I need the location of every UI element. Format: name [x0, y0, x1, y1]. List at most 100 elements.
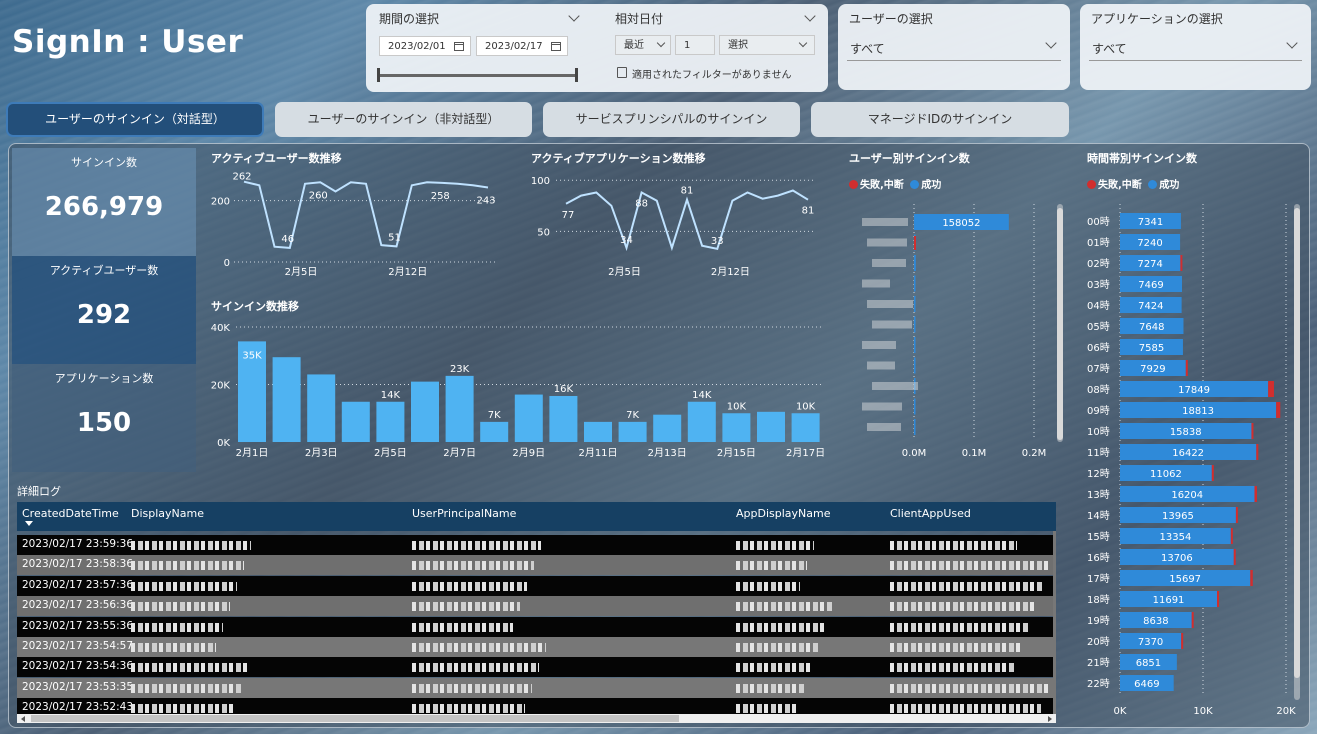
log-title: 詳細ログ	[17, 485, 61, 498]
created-date-time-cell: 2023/02/17 23:54:57	[22, 640, 134, 652]
redacted-cell	[736, 561, 807, 571]
kpi-active-users-value: 292	[76, 300, 132, 330]
redacted-cell	[412, 643, 546, 652]
table-row[interactable]: 2023/02/17 23:57:36	[17, 575, 1053, 596]
redacted-cell	[736, 643, 819, 652]
table-row[interactable]: 2023/02/17 23:54:36	[17, 657, 1053, 678]
redacted-cell	[131, 541, 251, 550]
calendar-icon[interactable]	[454, 42, 464, 51]
tab-managed-id-signin[interactable]: マネージドIDのサインイン	[811, 102, 1069, 137]
redacted-cell	[131, 622, 223, 632]
user-signin-chart-title: ユーザー別サインイン数	[849, 152, 970, 165]
kpi-applications-value: 150	[76, 408, 132, 438]
chevron-down-icon	[1045, 37, 1057, 49]
sort-desc-icon[interactable]	[25, 521, 33, 526]
user-slicer-label: ユーザーの選択	[849, 12, 933, 26]
redacted-cell	[736, 683, 805, 693]
redacted-cell	[890, 643, 1022, 652]
kpi-signins: サインイン数 266,979	[12, 148, 196, 256]
date-range-slider-track[interactable]	[380, 74, 576, 77]
start-date-input[interactable]: 2023/02/01	[379, 36, 471, 56]
redacted-cell	[412, 663, 539, 673]
col-app-display-name[interactable]: AppDisplayName	[736, 507, 831, 520]
redacted-cell	[131, 704, 235, 714]
redacted-cell	[412, 683, 532, 693]
filter-icon	[617, 67, 627, 78]
hourly-chart-scrollbar-thumb[interactable]	[1294, 208, 1300, 678]
relative-count-input[interactable]: 1	[675, 35, 715, 55]
redacted-cell	[890, 581, 1043, 591]
table-row[interactable]: 2023/02/17 23:59:36	[17, 535, 1053, 555]
user-select-value: すべて	[850, 42, 885, 56]
relative-mode-select[interactable]: 最近	[615, 35, 671, 55]
redacted-cell	[736, 704, 798, 714]
created-date-time-cell: 2023/02/17 23:55:36	[22, 619, 134, 632]
redacted-cell	[736, 602, 833, 612]
tab-noninteractive-signin[interactable]: ユーザーのサインイン（非対話型）	[275, 102, 532, 137]
redacted-cell	[131, 643, 216, 652]
kpi-signins-value: 266,979	[44, 192, 164, 222]
table-row[interactable]: 2023/02/17 23:55:36	[17, 616, 1053, 637]
created-date-time-cell: 2023/02/17 23:57:36	[22, 578, 134, 591]
scroll-left-icon[interactable]	[21, 716, 25, 722]
log-vscrollbar[interactable]	[1053, 531, 1056, 714]
no-filter-note: 適用されたフィルターがありません	[632, 70, 792, 81]
success-legend-label: 成功	[921, 180, 942, 191]
redacted-cell	[412, 581, 527, 591]
date-range-slider-start-handle[interactable]	[377, 68, 380, 82]
log-hscrollbar-thumb[interactable]	[31, 715, 679, 722]
active-apps-chart-title: アクティブアプリケーション数推移	[531, 152, 706, 165]
redacted-cell	[890, 683, 1048, 693]
redacted-cell	[736, 541, 814, 550]
relative-mode-value: 最近	[624, 40, 644, 51]
tab-service-principal-signin[interactable]: サービスプリンシパルのサインイン	[543, 102, 800, 137]
success-legend-label: 成功	[1159, 180, 1180, 191]
kpi-active-users-label: アクティブユーザー数	[49, 264, 159, 277]
redacted-cell	[736, 622, 826, 632]
end-date-value: 2023/02/17	[485, 41, 543, 52]
failure-legend-dot	[849, 180, 858, 189]
table-row[interactable]: 2023/02/17 23:54:57	[17, 637, 1053, 657]
created-date-time-cell: 2023/02/17 23:56:36	[22, 599, 134, 612]
app-select[interactable]: すべて	[1089, 34, 1302, 61]
end-date-input[interactable]: 2023/02/17	[476, 36, 568, 56]
period-slicer: 期間の選択 2023/02/01 2023/02/17 相対日付 最近 1 選択…	[366, 4, 828, 92]
tab-interactive-signin[interactable]: ユーザーのサインイン（対話型）	[6, 102, 264, 137]
created-date-time-cell: 2023/02/17 23:53:35	[22, 680, 134, 693]
start-date-value: 2023/02/01	[388, 41, 446, 52]
col-created-date-time[interactable]: CreatedDateTime	[22, 507, 119, 520]
relative-unit-select[interactable]: 選択	[719, 35, 815, 55]
user-select[interactable]: すべて	[847, 34, 1061, 61]
hourly-chart-title: 時間帯別サインイン数	[1087, 152, 1197, 165]
table-row[interactable]: 2023/02/17 23:53:35	[17, 677, 1053, 698]
redacted-cell	[131, 581, 237, 591]
col-user-principal-name[interactable]: UserPrincipalName	[412, 507, 516, 520]
table-row[interactable]: 2023/02/17 23:56:36	[17, 596, 1053, 617]
relative-date-label: 相対日付	[615, 12, 664, 26]
chevron-down-icon[interactable]	[804, 10, 816, 22]
col-client-app-used[interactable]: ClientAppUsed	[890, 507, 971, 520]
log-hscrollbar[interactable]	[17, 714, 1056, 723]
redacted-cell	[736, 663, 812, 673]
page-title: SignIn : User	[12, 24, 244, 60]
app-select-value: すべて	[1092, 42, 1127, 56]
calendar-icon[interactable]	[551, 42, 561, 51]
redacted-cell	[412, 622, 513, 632]
chevron-down-icon[interactable]	[568, 10, 580, 22]
redacted-cell	[890, 622, 1029, 632]
table-row[interactable]: 2023/02/17 23:58:36	[17, 555, 1053, 576]
kpi-applications-label: アプリケーション数	[54, 372, 154, 385]
redacted-cell	[412, 602, 520, 612]
col-display-name[interactable]: DisplayName	[131, 507, 204, 520]
signin-chart-title: サインイン数推移	[211, 300, 299, 313]
redacted-cell	[736, 581, 800, 591]
failure-legend-label: 失敗,中断	[860, 180, 904, 191]
chevron-down-icon	[656, 38, 666, 48]
failure-legend-dot	[1087, 180, 1096, 189]
date-range-slider-end-handle[interactable]	[575, 68, 578, 82]
user-chart-scrollbar-thumb[interactable]	[1057, 208, 1063, 440]
scroll-right-icon[interactable]	[1048, 716, 1052, 722]
redacted-cell	[890, 541, 1017, 550]
redacted-cell	[412, 561, 534, 571]
redacted-cell	[131, 602, 230, 612]
